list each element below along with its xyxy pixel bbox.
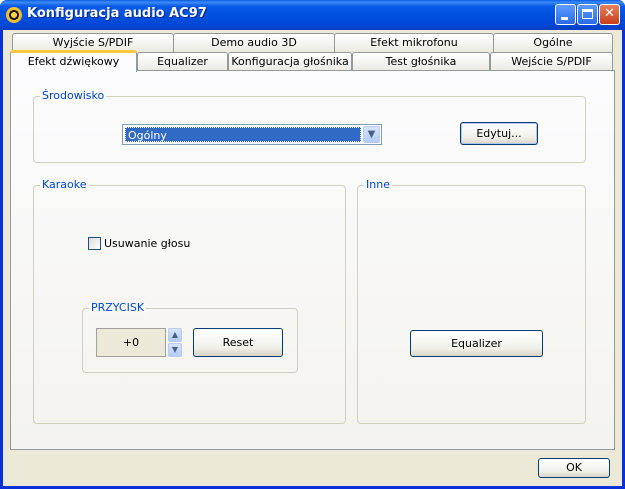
environment-select[interactable]: Ogólny ▼ xyxy=(122,124,382,145)
tab-konfiguracja-glosnika[interactable]: Konfiguracja głośnika xyxy=(228,52,352,72)
other-group: Inne Equalizer xyxy=(357,178,586,424)
voice-removal-checkbox[interactable] xyxy=(88,237,101,250)
karaoke-group-title: Karaoke xyxy=(40,178,89,191)
ok-button[interactable]: OK xyxy=(538,458,610,478)
app-window: Konfiguracja audio AC97 ✕ Wyjście S/PDIF… xyxy=(0,0,625,489)
equalizer-button[interactable]: Equalizer xyxy=(410,330,543,357)
close-icon: ✕ xyxy=(604,6,615,21)
maximize-icon xyxy=(582,9,593,19)
voice-removal-label: Usuwanie głosu xyxy=(104,237,191,250)
tab-efekt-mikrofonu[interactable]: Efekt mikrofonu xyxy=(334,33,494,53)
karaoke-group: Karaoke Usuwanie głosu PRZYCISK +0 ▲ ▼ R… xyxy=(33,178,346,424)
tab-wejscie-spdif[interactable]: Wejście S/PDIF xyxy=(490,52,613,72)
speaker-icon xyxy=(6,7,22,23)
tab-test-glosnika[interactable]: Test głośnika xyxy=(352,52,490,72)
tab-efekt-dzwiekowy[interactable]: Efekt dźwiękowy xyxy=(10,50,137,72)
tab-equalizer[interactable]: Equalizer xyxy=(137,52,228,72)
key-group: PRZYCISK +0 ▲ ▼ Reset xyxy=(82,301,298,373)
environment-group-title: Środowisko xyxy=(40,89,107,102)
chevron-down-icon[interactable]: ▼ xyxy=(363,126,380,143)
tab-demo-audio-3d[interactable]: Demo audio 3D xyxy=(173,33,335,53)
maximize-button[interactable] xyxy=(577,4,598,25)
dialog-client: Wyjście S/PDIF Demo audio 3D Efekt mikro… xyxy=(3,30,622,486)
minimize-icon xyxy=(561,17,568,20)
tab-ogolne[interactable]: Ogólne xyxy=(493,33,613,53)
environment-group: Środowisko Ogólny ▼ Edytuj... xyxy=(33,89,586,163)
minimize-button[interactable] xyxy=(555,4,576,25)
chevron-up-icon[interactable]: ▲ xyxy=(168,328,182,342)
key-value-field[interactable]: +0 xyxy=(96,328,166,357)
key-group-title: PRZYCISK xyxy=(89,301,147,314)
window-title: Konfiguracja audio AC97 xyxy=(27,6,207,21)
reset-button[interactable]: Reset xyxy=(193,328,283,357)
close-button[interactable]: ✕ xyxy=(599,4,620,25)
environment-select-value: Ogólny xyxy=(125,127,361,142)
other-group-title: Inne xyxy=(364,178,392,191)
tab-page-efekt-dzwiekowy: Środowisko Ogólny ▼ Edytuj... Karaoke Us… xyxy=(10,70,615,450)
edit-button[interactable]: Edytuj... xyxy=(460,122,538,145)
title-bar[interactable]: Konfiguracja audio AC97 ✕ xyxy=(0,0,625,30)
chevron-down-icon[interactable]: ▼ xyxy=(168,343,182,357)
